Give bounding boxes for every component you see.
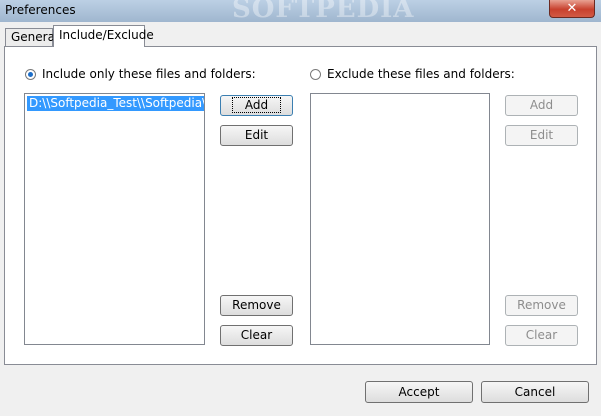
include-radio[interactable]: [25, 68, 36, 80]
exclude-radio-label: Exclude these files and folders:: [327, 67, 515, 81]
close-button[interactable]: ✕: [549, 0, 595, 18]
include-radio-label: Include only these files and folders:: [42, 67, 256, 81]
window-title: Preferences: [5, 3, 76, 17]
accept-button[interactable]: Accept: [365, 381, 473, 403]
include-clear-button[interactable]: Clear: [220, 325, 293, 346]
exclude-radio[interactable]: [310, 68, 321, 80]
tab-include-exclude[interactable]: Include/Exclude: [53, 25, 154, 47]
exclude-remove-button[interactable]: Remove: [505, 295, 578, 316]
exclude-clear-button[interactable]: Clear: [505, 325, 578, 346]
include-add-button[interactable]: Add: [220, 95, 293, 116]
dialog-body: General Include/Exclude Include only the…: [0, 22, 601, 416]
softpedia-watermark: SOFTPEDIA: [232, 0, 415, 24]
close-icon: ✕: [566, 1, 578, 16]
title-bar[interactable]: Preferences SOFTPEDIA ✕: [0, 0, 601, 24]
tab-general[interactable]: General: [5, 28, 58, 46]
include-list-item[interactable]: D:\\Softpedia_Test\\Softpedia\cust: [27, 96, 204, 111]
include-list[interactable]: D:\\Softpedia_Test\\Softpedia\cust: [24, 93, 205, 345]
cancel-button[interactable]: Cancel: [481, 381, 589, 403]
exclude-add-button[interactable]: Add: [505, 95, 578, 116]
include-edit-button[interactable]: Edit: [220, 125, 293, 146]
include-exclude-panel: Include only these files and folders: D:…: [4, 46, 597, 365]
exclude-edit-button[interactable]: Edit: [505, 125, 578, 146]
exclude-list[interactable]: [310, 93, 490, 345]
include-radio-row[interactable]: Include only these files and folders:: [25, 67, 256, 81]
exclude-radio-row[interactable]: Exclude these files and folders:: [310, 67, 515, 81]
include-remove-button[interactable]: Remove: [220, 295, 293, 316]
